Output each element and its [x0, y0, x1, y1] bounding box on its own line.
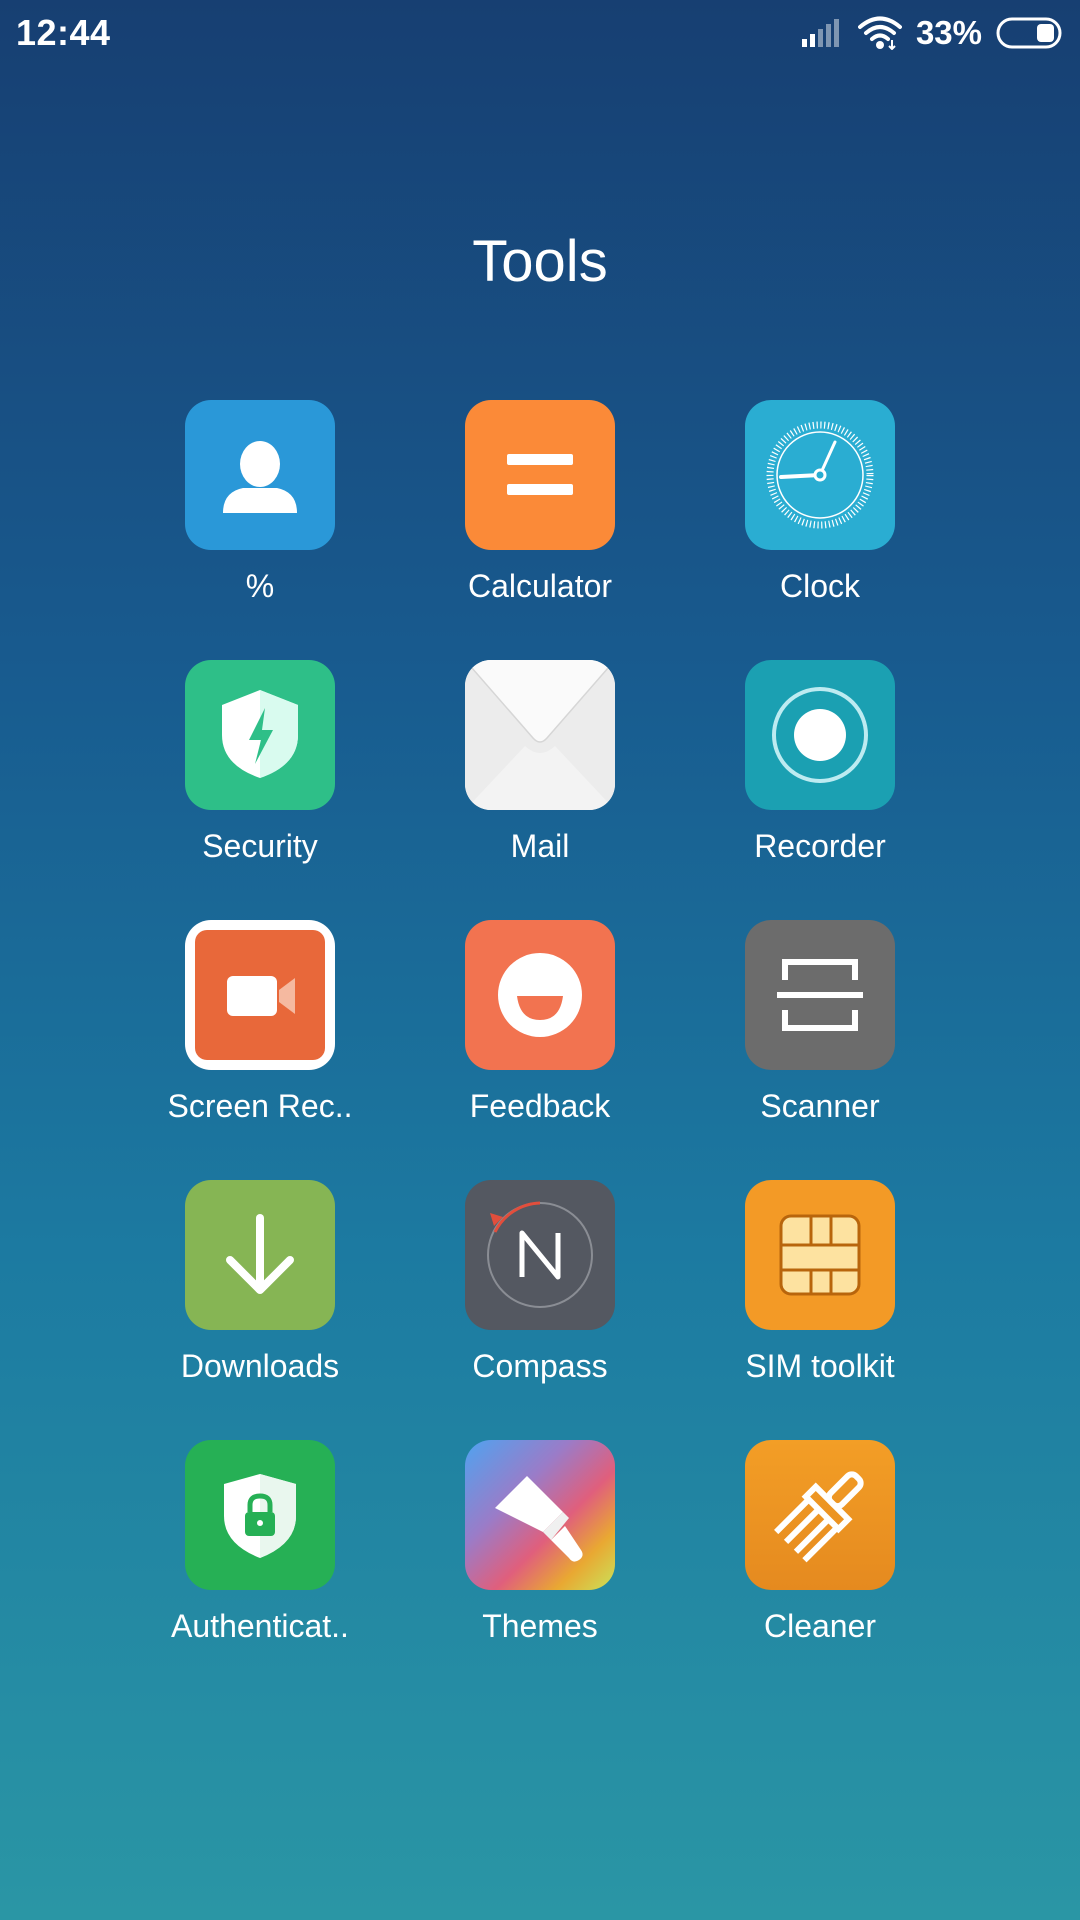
app-screen-recorder[interactable]: Screen Rec..	[120, 920, 400, 1180]
app-label: SIM toolkit	[745, 1348, 895, 1384]
app-label: Screen Rec..	[167, 1088, 353, 1124]
app-label: Authenticat..	[171, 1608, 349, 1644]
app-authenticator[interactable]: Authenticat..	[120, 1440, 400, 1700]
themes-brush-icon[interactable]	[465, 1440, 615, 1590]
app-scanner[interactable]: Scanner	[680, 920, 960, 1180]
scanner-icon[interactable]	[745, 920, 895, 1070]
app-themes[interactable]: Themes	[400, 1440, 680, 1700]
contacts-icon[interactable]	[185, 400, 335, 550]
app-label: Recorder	[754, 828, 886, 864]
feedback-smile-icon[interactable]	[465, 920, 615, 1070]
app-feedback[interactable]: Feedback	[400, 920, 680, 1180]
app-label: Downloads	[180, 1348, 340, 1384]
app-cleaner[interactable]: Cleaner	[680, 1440, 960, 1700]
status-icons: 33%	[801, 14, 1064, 52]
app-security[interactable]: Security	[120, 660, 400, 920]
calculator-icon[interactable]	[465, 400, 615, 550]
app-label: Calculator	[467, 568, 613, 604]
app-label: Feedback	[469, 1088, 611, 1124]
app-label: %	[245, 568, 275, 604]
battery-percent: 33%	[915, 14, 982, 51]
authenticator-lock-icon[interactable]	[185, 1440, 335, 1590]
app-contacts[interactable]: %	[120, 400, 400, 660]
app-calculator[interactable]: Calculator	[400, 400, 680, 660]
app-label: Themes	[482, 1608, 598, 1644]
app-mail[interactable]: Mail	[400, 660, 680, 920]
app-grid: % Calculator Clock Security Mail Recorde…	[120, 400, 960, 1700]
app-downloads[interactable]: Downloads	[120, 1180, 400, 1440]
app-sim-toolkit[interactable]: SIM toolkit	[680, 1180, 960, 1440]
app-label: Compass	[472, 1348, 608, 1384]
folder-title: Tools	[472, 229, 608, 294]
app-clock[interactable]: Clock	[680, 400, 960, 660]
mail-envelope-icon[interactable]	[465, 660, 615, 810]
app-compass[interactable]: Compass	[400, 1180, 680, 1440]
app-label: Cleaner	[763, 1608, 877, 1644]
signal-icon	[801, 19, 839, 47]
screen-recorder-icon[interactable]	[185, 920, 335, 1070]
security-shield-icon[interactable]	[185, 660, 335, 810]
app-label: Clock	[779, 568, 860, 604]
app-label: Mail	[510, 828, 570, 864]
status-time: 12:44	[16, 12, 111, 53]
app-label: Security	[202, 828, 318, 864]
download-arrow-icon[interactable]	[185, 1180, 335, 1330]
recorder-icon[interactable]	[745, 660, 895, 810]
status-bar: 12:44 33%	[0, 0, 1080, 64]
battery-icon	[996, 17, 1062, 49]
wifi-icon	[857, 16, 902, 50]
app-label: Scanner	[760, 1088, 880, 1124]
cleaner-brush-icon[interactable]	[745, 1440, 895, 1590]
app-recorder[interactable]: Recorder	[680, 660, 960, 920]
sim-card-icon[interactable]	[745, 1180, 895, 1330]
clock-icon[interactable]	[745, 400, 895, 550]
compass-icon[interactable]	[465, 1180, 615, 1330]
